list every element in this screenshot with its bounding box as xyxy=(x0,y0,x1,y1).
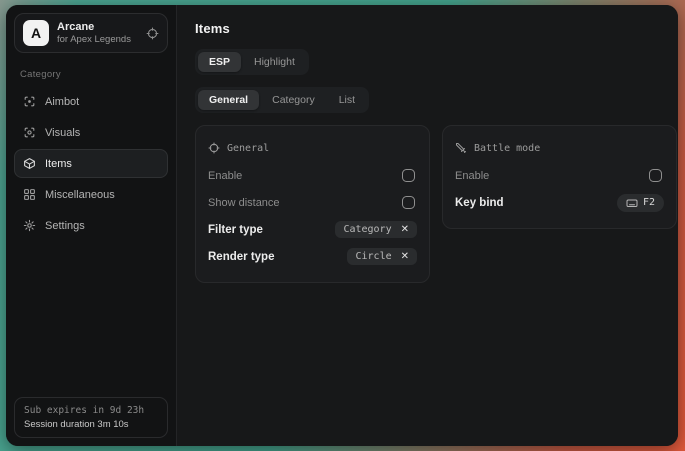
setting-row-filter-type: Filter type Category ✕ xyxy=(208,216,417,243)
clear-icon[interactable]: ✕ xyxy=(401,225,409,235)
package-icon xyxy=(23,157,36,170)
setting-label: Show distance xyxy=(208,197,280,209)
panel-title: Battle mode xyxy=(474,143,540,154)
app-window: A Arcane for Apex Legends Category Aimbo… xyxy=(6,5,678,446)
enable-checkbox[interactable] xyxy=(402,169,415,182)
session-duration-text: Session duration 3m 10s xyxy=(24,419,158,430)
sidebar-item-items[interactable]: Items xyxy=(14,149,168,178)
brand-subtitle: for Apex Legends xyxy=(57,34,131,45)
brand-name: Arcane xyxy=(57,21,131,33)
brand-logo: A xyxy=(23,20,49,46)
render-type-select[interactable]: Circle ✕ xyxy=(347,248,417,265)
focus-icon xyxy=(23,95,36,108)
brand-header: A Arcane for Apex Legends xyxy=(14,13,168,53)
filter-type-select[interactable]: Category ✕ xyxy=(335,221,417,238)
battle-enable-checkbox[interactable] xyxy=(649,169,662,182)
setting-label: Filter type xyxy=(208,224,263,236)
crosshair-icon xyxy=(208,142,220,154)
mode-tabs: ESP Highlight xyxy=(195,49,309,75)
sub-expiry-text: Sub expires in 9d 23h xyxy=(24,405,158,416)
setting-label: Enable xyxy=(208,170,242,182)
setting-row-enable: Enable xyxy=(455,162,664,189)
sidebar-item-visuals[interactable]: Visuals xyxy=(14,118,168,147)
clear-icon[interactable]: ✕ xyxy=(401,252,409,262)
sidebar-item-label: Miscellaneous xyxy=(45,189,115,201)
grid-icon xyxy=(23,188,36,201)
tab-esp[interactable]: ESP xyxy=(198,52,241,72)
sword-icon xyxy=(455,142,467,154)
sidebar-item-settings[interactable]: Settings xyxy=(14,211,168,240)
setting-label: Render type xyxy=(208,251,274,263)
battle-mode-panel-header: Battle mode xyxy=(455,138,664,158)
selected-value: Circle xyxy=(355,251,391,262)
selected-value: Category xyxy=(343,224,391,235)
keybind-button[interactable]: F2 xyxy=(617,194,664,212)
tab-highlight[interactable]: Highlight xyxy=(243,52,306,72)
general-panel: General Enable Show distance Filter type… xyxy=(195,125,430,283)
panels-row: General Enable Show distance Filter type… xyxy=(195,125,677,283)
gear-icon xyxy=(23,219,36,232)
panel-title: General xyxy=(227,143,269,154)
battle-mode-panel: Battle mode Enable Key bind F2 xyxy=(442,125,677,229)
general-panel-header: General xyxy=(208,138,417,158)
sidebar-item-aimbot[interactable]: Aimbot xyxy=(14,87,168,116)
sidebar-item-label: Settings xyxy=(45,220,85,232)
sidebar-item-miscellaneous[interactable]: Miscellaneous xyxy=(14,180,168,209)
keyboard-icon xyxy=(626,197,638,209)
setting-row-key-bind: Key bind F2 xyxy=(455,189,664,216)
show-distance-checkbox[interactable] xyxy=(402,196,415,209)
setting-row-render-type: Render type Circle ✕ xyxy=(208,243,417,270)
sidebar-item-label: Visuals xyxy=(45,127,80,139)
page-title: Items xyxy=(195,21,677,36)
sidebar: A Arcane for Apex Legends Category Aimbo… xyxy=(6,5,176,446)
setting-row-show-distance: Show distance xyxy=(208,189,417,216)
setting-label: Key bind xyxy=(455,197,504,209)
crosshair-target-icon[interactable] xyxy=(146,27,159,40)
scan-eye-icon xyxy=(23,126,36,139)
subscription-info-box: Sub expires in 9d 23h Session duration 3… xyxy=(14,397,168,438)
view-tabs: General Category List xyxy=(195,87,369,113)
sidebar-nav: Aimbot Visuals Items Miscellaneous xyxy=(14,87,168,240)
tab-general[interactable]: General xyxy=(198,90,259,110)
setting-label: Enable xyxy=(455,170,489,182)
sidebar-item-label: Aimbot xyxy=(45,96,79,108)
category-section-label: Category xyxy=(20,69,162,80)
keybind-value: F2 xyxy=(643,197,655,208)
tab-list[interactable]: List xyxy=(328,90,366,110)
sidebar-item-label: Items xyxy=(45,158,72,170)
setting-row-enable: Enable xyxy=(208,162,417,189)
brand-text: Arcane for Apex Legends xyxy=(57,21,131,45)
main-content: Items ESP Highlight General Category Lis… xyxy=(176,5,678,446)
tab-category[interactable]: Category xyxy=(261,90,326,110)
